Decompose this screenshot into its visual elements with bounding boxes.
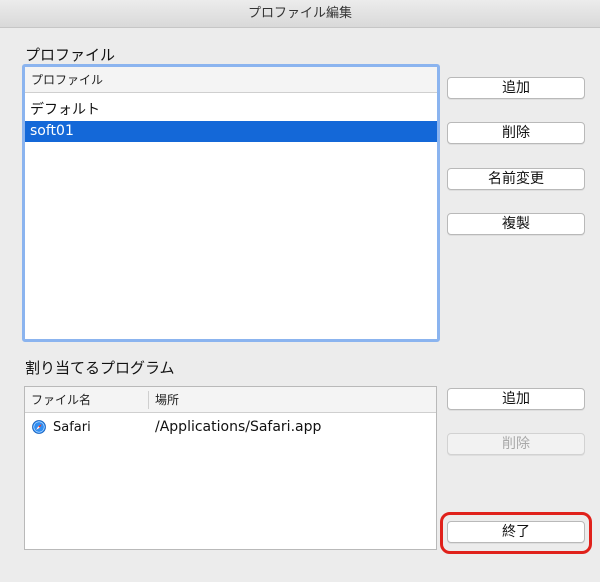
profiles-section-label: プロファイル — [25, 46, 116, 64]
profile-list[interactable]: プロファイル デフォルト soft01 — [22, 64, 440, 342]
profile-item-soft01[interactable]: soft01 — [25, 121, 437, 142]
program-table[interactable]: ファイル名 場所 Safari /Applications/Safari.app — [24, 386, 437, 550]
safari-compass-icon — [32, 420, 46, 434]
profile-add-button[interactable]: 追加 — [447, 77, 585, 99]
profile-edit-window: プロファイル編集 プロファイル プロファイル デフォルト soft01 追加 削… — [0, 0, 600, 582]
profile-item-label: soft01 — [30, 123, 74, 139]
column-header-filename[interactable]: ファイル名 — [25, 387, 91, 413]
profile-item-default[interactable]: デフォルト — [25, 100, 437, 121]
program-add-button[interactable]: 追加 — [447, 388, 585, 410]
window-title: プロファイル編集 — [247, 6, 352, 21]
profile-column-label: プロファイル — [31, 73, 104, 87]
profile-duplicate-button[interactable]: 複製 — [447, 213, 585, 235]
table-row[interactable]: Safari /Applications/Safari.app — [25, 417, 436, 441]
title-bar: プロファイル編集 — [0, 0, 600, 28]
profile-rename-button[interactable]: 名前変更 — [447, 168, 585, 190]
column-header-location[interactable]: 場所 — [149, 387, 179, 413]
close-button[interactable]: 終了 — [447, 521, 585, 543]
profile-item-label: デフォルト — [30, 102, 100, 118]
program-delete-button: 削除 — [447, 433, 585, 455]
programs-section-label: 割り当てるプログラム — [25, 359, 175, 377]
profile-delete-button[interactable]: 削除 — [447, 122, 585, 144]
program-name: Safari — [53, 420, 91, 435]
program-table-header: ファイル名 場所 — [25, 387, 436, 413]
profile-column-header[interactable]: プロファイル — [25, 67, 437, 93]
program-location: /Applications/Safari.app — [155, 419, 322, 435]
